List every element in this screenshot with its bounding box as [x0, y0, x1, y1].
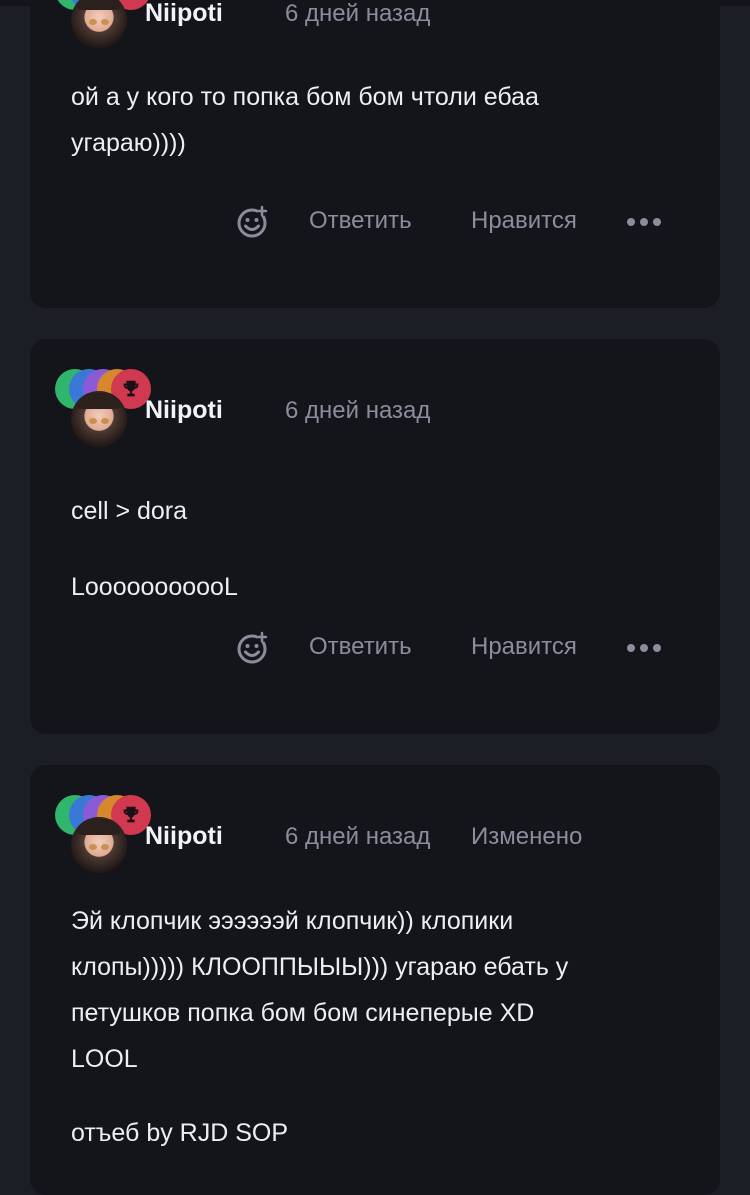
smiley-add-icon[interactable] [233, 629, 271, 667]
user-avatar-group[interactable] [55, 369, 153, 447]
comment-line: Эй клопчик ээээээй клопчик)) клопики [71, 907, 514, 935]
avatar [71, 817, 127, 873]
comment-text: cell > dora LooooooooooL [71, 473, 681, 625]
reply-button[interactable]: Ответить [309, 633, 412, 661]
comment-line: угараю)))) [71, 129, 186, 157]
avatar [71, 391, 127, 447]
comment-header: Niipoti 6 дней назад [55, 369, 695, 449]
smiley-add-icon[interactable] [233, 203, 271, 241]
username[interactable]: Niipoti [145, 0, 223, 28]
comment-actions: Ответить Нравится [30, 629, 720, 669]
like-button[interactable]: Нравится [471, 207, 577, 235]
comment-actions: Ответить Нравится [30, 203, 720, 243]
like-button[interactable]: Нравится [471, 633, 577, 661]
username[interactable]: Niipoti [145, 396, 223, 425]
more-dots-icon[interactable] [627, 641, 661, 655]
comment-header: Niipoti 6 дней назад Изменено [55, 795, 695, 875]
comment-line: клопы))))) КЛООППЫЫЫ))) угараю ебать у [71, 953, 569, 981]
timestamp: 6 дней назад [285, 0, 431, 27]
comment-card: Niipoti 6 дней назад Изменено Эй клопчик… [30, 765, 720, 1195]
avatar [71, 0, 127, 48]
timestamp: 6 дней назад [285, 823, 431, 850]
comment-line: отъеб by RJD SOP [71, 1119, 289, 1147]
edited-label: Изменено [471, 823, 583, 850]
comment-line: петушков попка бом бом синеперые XD [71, 999, 535, 1027]
comment-header: Niipoti 6 дней назад [55, 0, 695, 50]
user-avatar-group[interactable] [55, 0, 153, 48]
trophy-icon [123, 806, 139, 823]
reply-button[interactable]: Ответить [309, 207, 412, 235]
comment-text: Эй клопчик ээээээй клопчик)) клопики кло… [71, 898, 681, 1156]
user-avatar-group[interactable] [55, 795, 153, 873]
timestamp: 6 дней назад [285, 397, 431, 424]
comment-line: LOOL [71, 1045, 138, 1073]
username[interactable]: Niipoti [145, 822, 223, 851]
trophy-icon [123, 380, 139, 397]
comment-card: Niipoti 6 дней назад cell > dora Loooooo… [30, 339, 720, 734]
comment-line: LooooooooooL [71, 573, 238, 601]
comment-text: ой а у кого то попка бом бом чтоли ебаа … [71, 74, 681, 166]
comment-card: Niipoti 6 дней назад ой а у кого то попк… [30, 0, 720, 308]
comment-line: cell > dora [71, 497, 188, 525]
more-dots-icon[interactable] [627, 215, 661, 229]
trophy-icon [120, 0, 142, 1]
comment-line: ой а у кого то попка бом бом чтоли ебаа [71, 83, 539, 111]
